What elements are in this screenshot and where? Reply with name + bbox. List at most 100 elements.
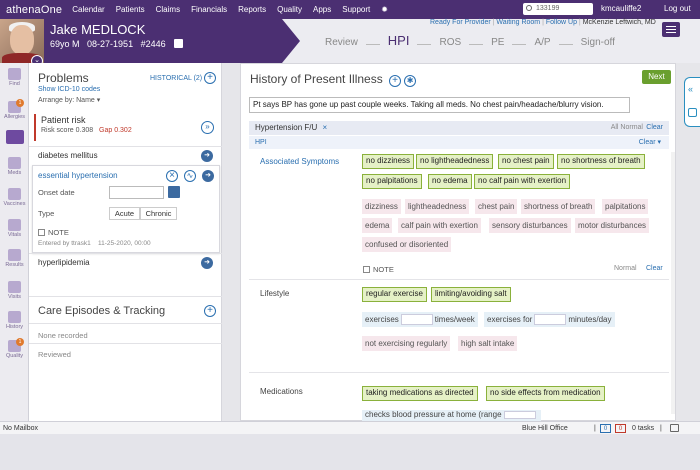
next-button[interactable]: Next [642, 70, 671, 84]
nav-support[interactable]: Support [342, 5, 370, 14]
assoc-clear-link[interactable]: Clear [646, 265, 663, 272]
hpi-freetext-input[interactable]: Pt says BP has gone up past couple weeks… [249, 97, 630, 113]
count-blue[interactable]: 0 [600, 424, 611, 433]
acute-toggle[interactable]: Acute [109, 207, 140, 220]
nav-allergies[interactable]: 1 Allergies [0, 99, 29, 120]
chip-no-calf-pain[interactable]: no calf pain with exertion [474, 174, 571, 189]
add-hpi-button[interactable]: + [389, 75, 402, 87]
chip-regular-exercise[interactable]: regular exercise [362, 287, 427, 302]
close-icon[interactable]: × [166, 170, 178, 182]
waiting-room-link[interactable]: Waiting Room [496, 19, 540, 26]
trend-icon[interactable]: ∿ [184, 170, 196, 182]
problem-hyperlipidemia-row[interactable]: hyperlipidemia ➜ [29, 253, 222, 271]
chart-book-icon[interactable] [174, 39, 184, 48]
problem-diabetes-row[interactable]: diabetes mellitus ➜ [29, 146, 222, 164]
chip-limiting-salt[interactable]: limiting/avoiding salt [431, 287, 511, 302]
exercises-per-week-input[interactable] [400, 314, 433, 326]
star-icon[interactable]: ✱ [404, 75, 417, 87]
nav-calendar[interactable]: Calendar [72, 5, 104, 14]
patient-risk-card[interactable]: Patient risk Risk score 0.308 Gap 0.302 … [34, 114, 217, 141]
add-care-episode-button[interactable]: + [204, 305, 216, 317]
chip-no-chest-pain[interactable]: no chest pain [498, 154, 554, 169]
problem-hypertension[interactable]: essential hypertension [38, 171, 118, 180]
assoc-note-button[interactable]: NOTE [363, 265, 394, 274]
chip-no-shortness-of-breath[interactable]: no shortness of breath [557, 154, 645, 169]
nav-quality[interactable]: Quality [277, 5, 302, 14]
chip-shortness-of-breath[interactable]: shortness of breath [521, 199, 596, 214]
user-name[interactable]: kmcauliffe2 [601, 4, 641, 13]
side-drawer-tab[interactable]: « [684, 77, 700, 127]
bp-range-input[interactable] [503, 410, 536, 419]
hamburger-menu-icon[interactable] [662, 22, 680, 37]
note-button[interactable]: NOTE [38, 228, 69, 237]
step-pe[interactable]: PE [491, 37, 504, 48]
onset-date-input[interactable] [109, 186, 164, 199]
exercise-minutes-field[interactable]: exercises for minutes/day [484, 312, 615, 327]
clear-hpi-link[interactable]: Clear ▾ [639, 136, 661, 149]
nav-vitals[interactable]: Vitals [0, 219, 29, 238]
chevron-right-icon[interactable]: » [201, 121, 214, 134]
nav-financials[interactable]: Financials [191, 5, 227, 14]
exercises-per-week-field[interactable]: exercises times/week [362, 312, 478, 327]
checks-bp-field[interactable]: checks blood pressure at home (range [362, 410, 541, 421]
count-red[interactable]: 0 [615, 424, 626, 433]
chip-confused[interactable]: confused or disoriented [362, 237, 452, 252]
chip-no-edema[interactable]: no edema [428, 174, 472, 189]
nav-visits[interactable]: Visits [0, 281, 29, 300]
chip-no-side-effects[interactable]: no side effects from medication [486, 386, 605, 401]
gear-icon[interactable]: ✹ [381, 5, 388, 14]
nav-history[interactable]: History [0, 311, 29, 330]
arrange-by-select[interactable]: Arrange by: Name ▾ [38, 96, 100, 104]
nav-apps[interactable]: Apps [313, 5, 331, 14]
nav-results[interactable]: Results [0, 249, 29, 268]
follow-up-link[interactable]: Follow Up [546, 19, 577, 26]
chip-high-salt[interactable]: high salt intake [458, 336, 518, 351]
nav-find[interactable]: Find [0, 68, 29, 87]
nav-claims[interactable]: Claims [156, 5, 180, 14]
patient-search-input[interactable]: 133199 [523, 3, 593, 15]
step-signoff[interactable]: Sign-off [581, 37, 615, 48]
add-problem-button[interactable]: + [204, 72, 216, 84]
step-hpi[interactable]: HPI [388, 33, 410, 48]
chip-taking-meds[interactable]: taking medications as directed [362, 386, 478, 401]
nav-vaccines[interactable]: Vaccines [0, 188, 29, 207]
message-icon[interactable] [670, 424, 679, 432]
hpi-scrollbar[interactable] [671, 152, 675, 414]
chip-motor-disturbances[interactable]: motor disturbances [575, 218, 650, 233]
historical-link[interactable]: HISTORICAL (2) [150, 75, 202, 82]
chip-chest-pain[interactable]: chest pain [475, 199, 518, 214]
all-normal-link[interactable]: All Normal [611, 121, 643, 135]
chip-not-exercising[interactable]: not exercising regularly [362, 336, 451, 351]
clear-all-link[interactable]: Clear [646, 121, 663, 135]
share-arrow-icon[interactable]: ➜ [201, 150, 213, 162]
remove-template-icon[interactable]: × [322, 123, 327, 132]
chip-no-lightheadedness[interactable]: no lightheadedness [416, 154, 494, 169]
brand-logo[interactable]: athenaOne [6, 4, 62, 16]
share-arrow-icon[interactable]: ➜ [201, 257, 213, 269]
step-ros[interactable]: ROS [439, 37, 461, 48]
exercise-minutes-input[interactable] [534, 314, 567, 326]
show-icd-link[interactable]: Show ICD-10 codes [38, 86, 100, 93]
nav-meds[interactable]: Meds [0, 157, 29, 176]
chip-calf-pain[interactable]: calf pain with exertion [398, 218, 481, 233]
share-arrow-icon[interactable]: ➜ [202, 170, 214, 182]
calendar-icon[interactable] [168, 186, 180, 198]
chip-no-dizziness[interactable]: no dizziness [362, 154, 415, 169]
chip-lightheadedness[interactable]: lightheadedness [405, 199, 470, 214]
nav-patients[interactable]: Patients [116, 5, 145, 14]
chip-dizziness[interactable]: dizziness [362, 199, 401, 214]
patient-name[interactable]: Jake MEDLOCK [50, 22, 145, 37]
chip-no-palpitations[interactable]: no palpitations [362, 174, 422, 189]
chronic-toggle[interactable]: Chronic [140, 207, 177, 220]
assoc-normal-link[interactable]: Normal [614, 265, 637, 272]
step-review[interactable]: Review [325, 37, 358, 48]
ready-for-provider-link[interactable]: Ready For Provider [430, 19, 491, 26]
chip-edema[interactable]: edema [362, 218, 393, 233]
nav-reports[interactable]: Reports [238, 5, 266, 14]
chip-palpitations[interactable]: palpitations [602, 199, 649, 214]
nav-problems[interactable] [0, 130, 29, 145]
logout-link[interactable]: Log out [664, 4, 691, 13]
chip-sensory-disturbances[interactable]: sensory disturbances [489, 218, 571, 233]
step-ap[interactable]: A/P [534, 37, 550, 48]
nav-quality[interactable]: 1 Quality [0, 338, 29, 359]
